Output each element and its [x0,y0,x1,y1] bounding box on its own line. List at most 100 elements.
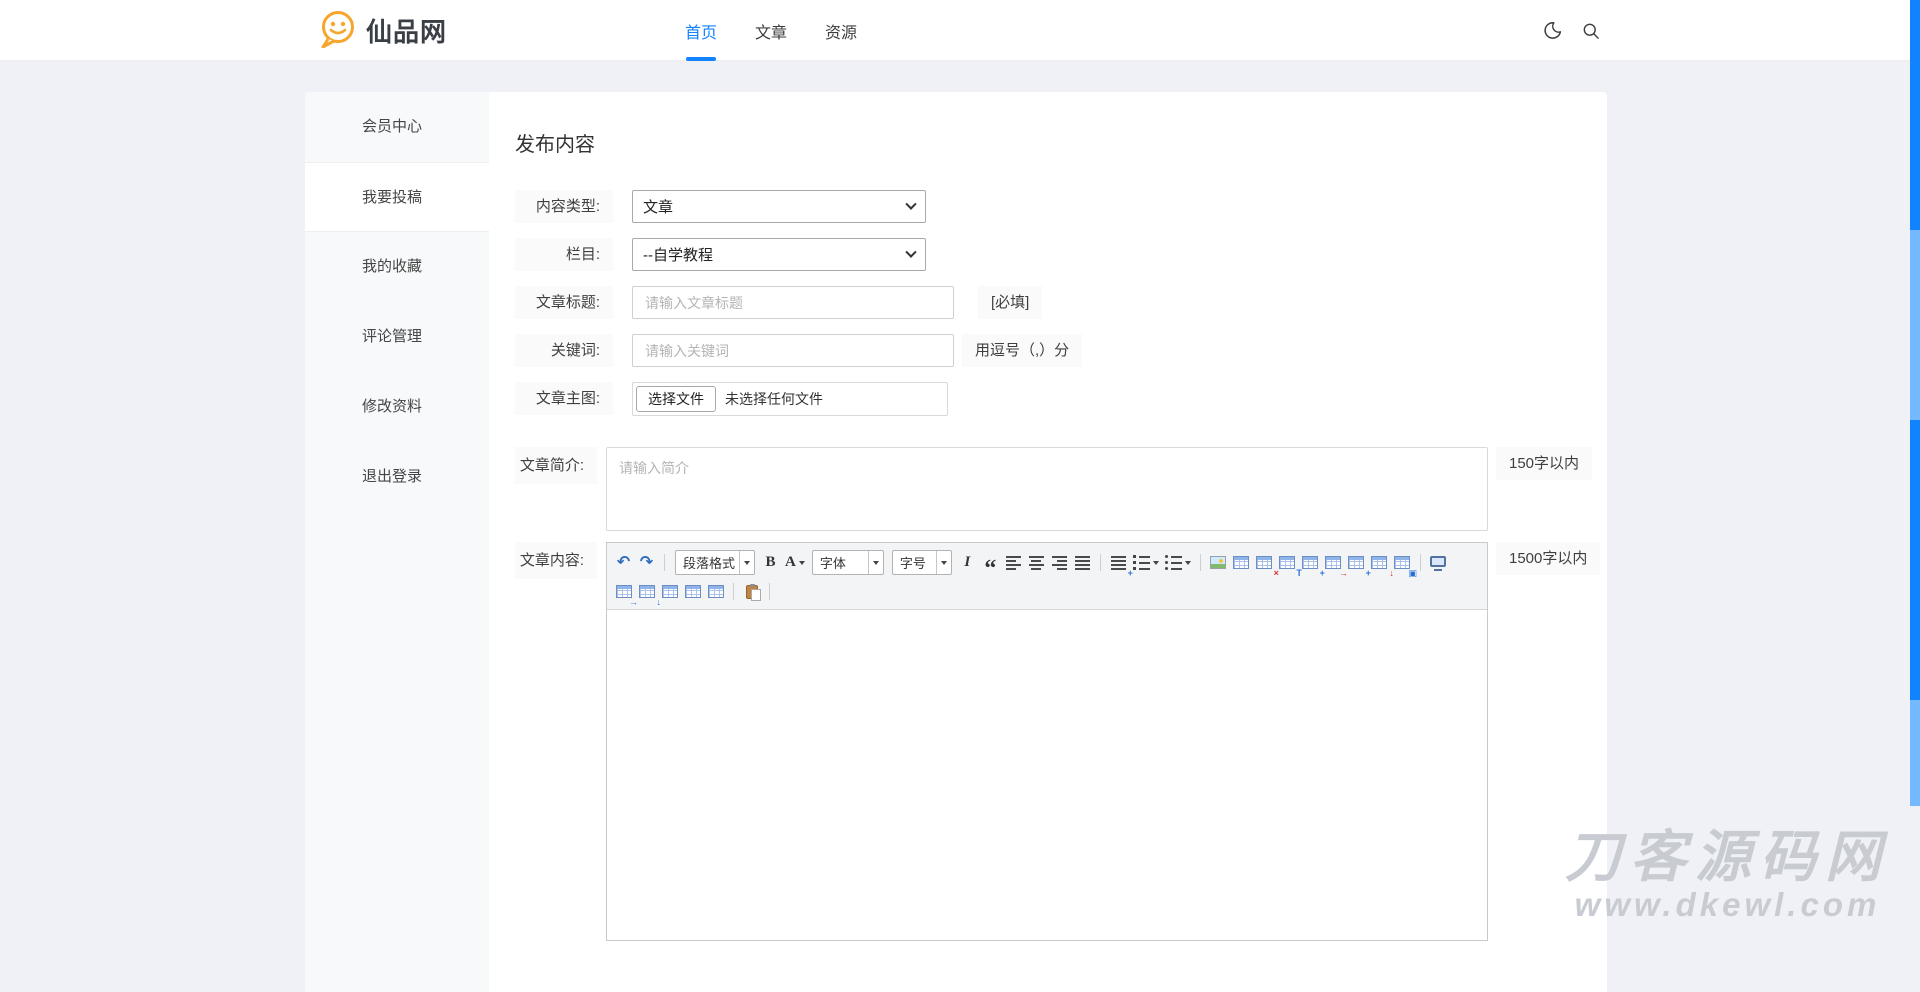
font-size-select-label: 字号 [893,553,936,572]
scrollbar-segment[interactable] [1910,0,1920,230]
sidebar-item-2[interactable]: 我的收藏 [305,232,489,302]
toolbar-separator [1100,554,1101,571]
content-label: 文章内容: [515,542,597,579]
insert-row-below-icon[interactable]: ↓ [636,581,657,602]
chevron-down-icon [905,246,916,257]
watermark: 刀客源码网 www.dkewl.com [1565,827,1890,923]
insert-image-icon[interactable] [1208,552,1229,573]
align-justify-icon[interactable] [1072,552,1093,573]
chevron-down-icon [905,198,916,209]
sidebar-item-0[interactable]: 会员中心 [305,92,489,162]
form-row-summary: 文章简介: 150字以内 [515,447,1607,531]
summary-textarea[interactable] [606,447,1488,531]
delete-table-icon[interactable]: × [1254,552,1275,573]
publish-form: 发布内容 内容类型: 文章 栏目: --自学教程 文章标题: [515,92,1607,956]
content-type-value: 文章 [643,196,673,217]
chevron-down-icon [739,551,754,574]
toolbar-separator [769,583,770,600]
chevron-down-icon [868,551,883,574]
main-image-label: 文章主图: [515,382,613,415]
category-value: --自学教程 [643,244,713,265]
form-row-category: 栏目: --自学教程 [515,238,1607,271]
keywords-input[interactable] [632,334,954,367]
main-image-file-input[interactable]: 选择文件 未选择任何文件 [632,382,948,416]
page-title: 发布内容 [515,128,1607,157]
table-properties-icon[interactable]: T [1277,552,1298,573]
category-select[interactable]: --自学教程 [632,238,926,271]
content-type-select[interactable]: 文章 [632,190,926,223]
keywords-label: 关键词: [515,334,613,367]
keywords-hint: 用逗号（,）分 [962,334,1082,367]
toolbar-separator [664,554,665,571]
unordered-list-icon[interactable] [1163,552,1193,573]
content-card: 会员中心我要投稿我的收藏评论管理修改资料退出登录 发布内容 内容类型: 文章 栏… [305,92,1607,992]
redo-icon[interactable]: ↷ [636,552,657,573]
bold-icon[interactable]: B [760,552,781,573]
sidebar-item-4[interactable]: 修改资料 [305,372,489,442]
insert-table-icon[interactable] [1231,552,1252,573]
main-nav: 首页 文章 资源 [685,0,857,61]
editor-toolbar: ↶↷段落格式BA字体字号I“+×T+→+↓▣ →↓ [607,543,1487,610]
align-left-icon[interactable] [1003,552,1024,573]
required-hint: [必填] [978,286,1042,319]
logo-smiley-icon [318,8,358,53]
paragraph-format-select-label: 段落格式 [676,553,739,572]
form-row-content: 文章内容: ↶↷段落格式BA字体字号I“+×T+→+↓▣ →↓ 1500字以内 [515,542,1607,941]
paragraph-format-select[interactable]: 段落格式 [675,550,755,575]
form-row-main-image: 文章主图: 选择文件 未选择任何文件 [515,382,1607,416]
insert-column-icon[interactable]: + [1346,552,1367,573]
form-row-article-title: 文章标题: [必填] [515,286,1607,319]
merge-table-icon[interactable] [659,581,680,602]
ordered-list-icon[interactable] [1131,552,1161,573]
cell-properties-icon[interactable]: ▣ [1392,552,1413,573]
font-family-select[interactable]: 字体 [812,550,884,575]
logo[interactable]: 仙品网 [318,0,447,61]
dark-mode-icon[interactable] [1541,20,1563,42]
summary-label: 文章简介: [515,447,597,484]
nav-item-1[interactable]: 文章 [755,0,787,61]
delete-row-icon[interactable]: ↓ [1369,552,1390,573]
toolbar-separator [733,583,734,600]
align-center-icon[interactable] [1026,552,1047,573]
merge-cells-icon[interactable]: → [1323,552,1344,573]
editor-content-area[interactable] [607,610,1487,940]
form-row-content-type: 内容类型: 文章 [515,190,1607,223]
fullscreen-icon[interactable] [1428,552,1449,573]
sidebar-item-1[interactable]: 我要投稿 [305,162,489,232]
text-color-icon[interactable]: A [783,552,807,573]
scrollbar[interactable] [1910,0,1920,923]
align-right-icon[interactable] [1049,552,1070,573]
nav-item-0[interactable]: 首页 [685,0,717,61]
article-title-input[interactable] [632,286,954,319]
paste-icon[interactable] [741,581,762,602]
chevron-down-icon [936,551,951,574]
table-columns-icon[interactable] [705,581,726,602]
nav-item-2[interactable]: 资源 [825,0,857,61]
undo-icon[interactable]: ↶ [613,552,634,573]
insert-row-above-icon[interactable]: + [1300,552,1321,573]
scrollbar-thumb[interactable] [1910,700,1920,806]
category-label: 栏目: [515,238,613,271]
nav-item-label: 文章 [755,19,787,43]
indent-icon[interactable]: + [1108,552,1129,573]
content-limit-hint: 1500字以内 [1496,542,1600,575]
scrollbar-thumb[interactable] [1910,230,1920,420]
search-icon[interactable] [1580,20,1602,42]
font-size-select[interactable]: 字号 [892,550,952,575]
logo-text: 仙品网 [366,12,447,49]
scrollbar-segment[interactable] [1910,420,1920,700]
sidebar: 会员中心我要投稿我的收藏评论管理修改资料退出登录 [305,92,489,992]
nav-item-label: 资源 [825,19,857,43]
choose-file-button[interactable]: 选择文件 [636,386,716,412]
watermark-title: 刀客源码网 [1565,827,1890,887]
sidebar-item-5[interactable]: 退出登录 [305,442,489,512]
italic-icon[interactable]: I [957,552,978,573]
table-rows-icon[interactable] [682,581,703,602]
font-family-select-label: 字体 [813,553,868,572]
file-status-text: 未选择任何文件 [725,389,823,409]
blockquote-icon[interactable]: “ [980,552,1001,573]
insert-row-right-icon[interactable]: → [613,581,634,602]
toolbar-separator [1200,554,1201,571]
sidebar-item-3[interactable]: 评论管理 [305,302,489,372]
toolbar-separator [1420,554,1421,571]
